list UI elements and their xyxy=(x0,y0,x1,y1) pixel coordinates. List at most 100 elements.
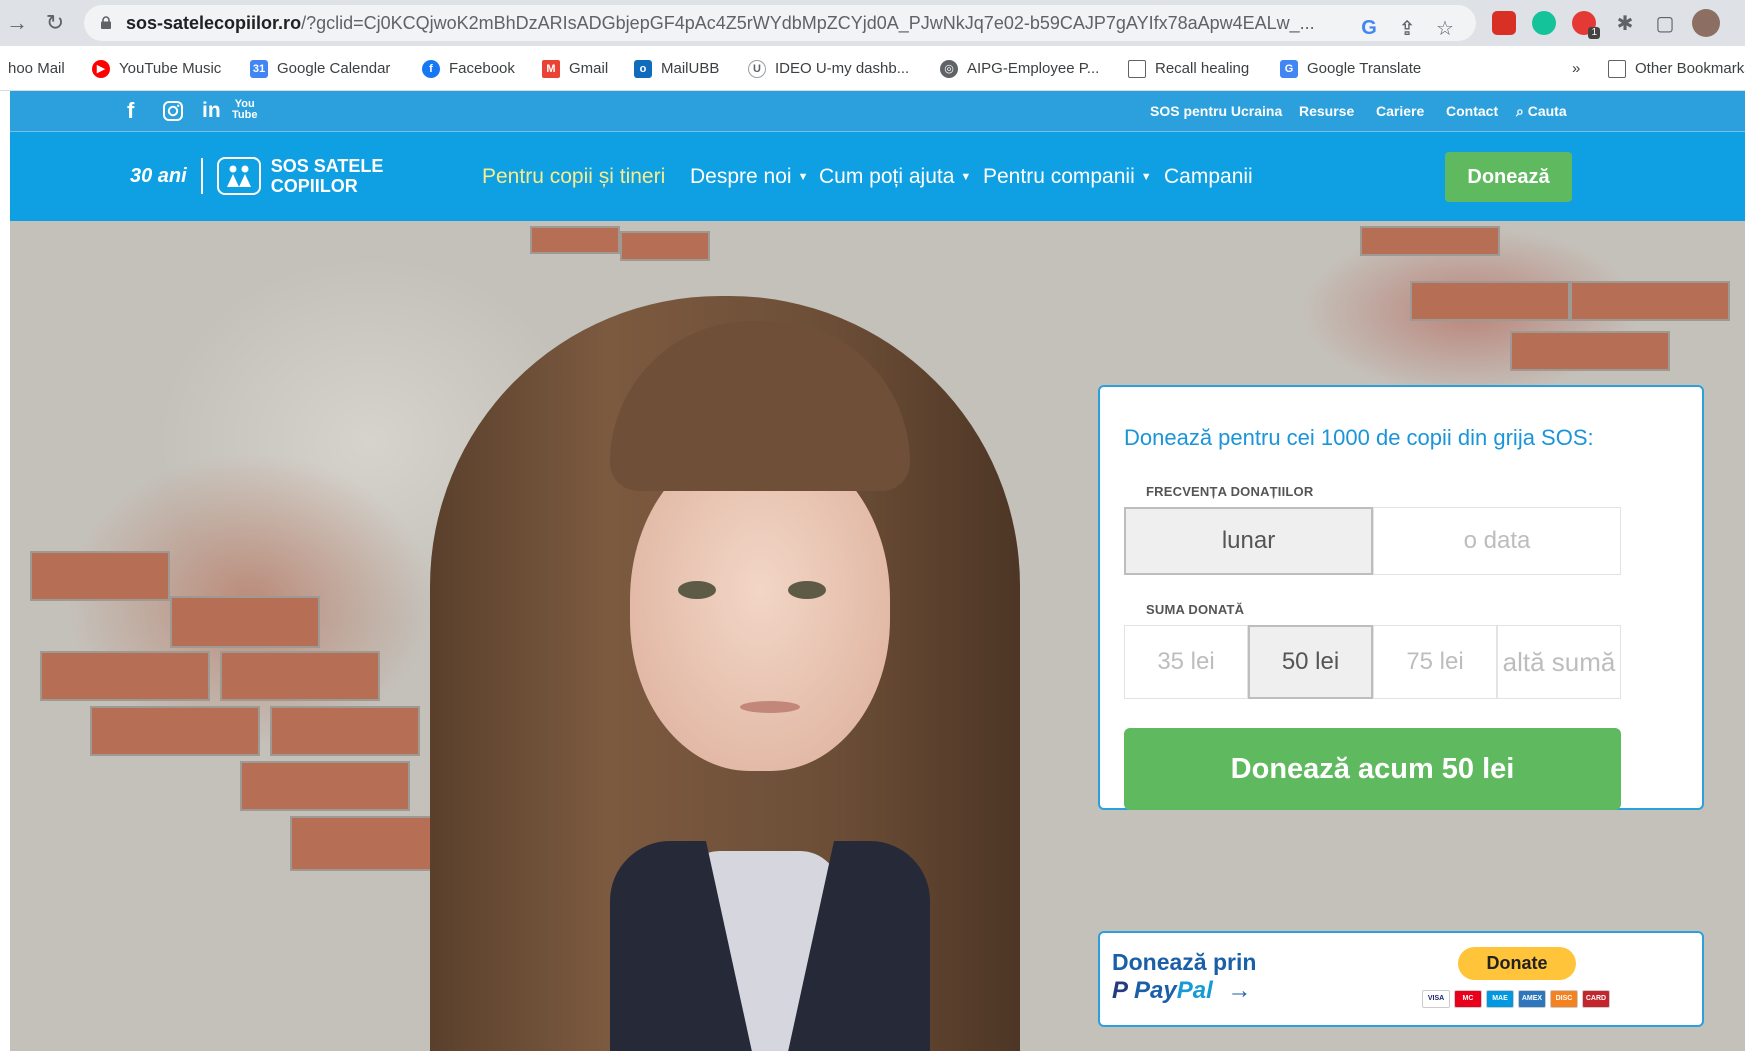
paypal-logo-pal: Pal xyxy=(1176,977,1213,1004)
nav-campanii[interactable]: Campanii xyxy=(1164,132,1253,221)
facebook-icon[interactable]: f xyxy=(127,99,134,123)
bookmarks-bar: hoo Mail ▶ YouTube Music 31 Google Calenda… xyxy=(0,46,1745,91)
bookmark-label: hoo Mail xyxy=(8,60,65,77)
bookmark-star-icon[interactable]: ☆ xyxy=(1432,15,1458,41)
nav-cum-poti-ajuta[interactable]: Cum poți ajuta ▼ xyxy=(819,132,971,221)
paypal-donate-button[interactable]: Donate xyxy=(1458,947,1576,980)
amount-75-option[interactable]: 75 lei xyxy=(1373,625,1497,699)
girl-mouth xyxy=(740,701,800,713)
instagram-icon[interactable] xyxy=(162,100,184,122)
share-icon[interactable]: ⇪ xyxy=(1394,15,1420,41)
brick xyxy=(270,706,420,756)
brick xyxy=(1360,226,1500,256)
nav-label: Pentru copii și tineri xyxy=(482,165,666,188)
frequency-once-option[interactable]: o data xyxy=(1373,507,1621,575)
reload-icon[interactable]: ↻ xyxy=(40,8,70,38)
amount-label: SUMA DONATĂ xyxy=(1146,602,1245,617)
paypal-donation-box: Donează prin P PayPal → Donate VISA MC MA… xyxy=(1098,931,1704,1027)
paypal-logo-pay: Pay xyxy=(1134,977,1177,1004)
youtube-music-icon: ▶ xyxy=(92,59,110,78)
caret-down-icon: ▼ xyxy=(1140,170,1152,183)
bookmark-label: Gmail xyxy=(569,60,609,77)
side-panel-icon[interactable]: ▢ xyxy=(1652,10,1678,36)
paypal-logo[interactable]: P PayPal → xyxy=(1112,977,1251,1005)
brick xyxy=(1510,331,1670,371)
google-translate-icon: G xyxy=(1280,59,1298,78)
profile-avatar[interactable] xyxy=(1692,9,1720,37)
folder-icon xyxy=(1608,59,1626,78)
link-resurse[interactable]: Resurse xyxy=(1299,91,1354,132)
discover-icon: DISC xyxy=(1550,990,1578,1008)
frequency-monthly-option[interactable]: lunar xyxy=(1124,507,1373,575)
amount-35-option[interactable]: 35 lei xyxy=(1124,625,1248,699)
url-text: sos-satelecopiilor.ro/?gclid=Cj0KCQjwoK2… xyxy=(126,13,1315,33)
bookmark-google-calendar[interactable]: 31 Google Calendar xyxy=(250,46,390,91)
globe-icon: ◎ xyxy=(940,59,958,78)
bookmark-facebook[interactable]: f Facebook xyxy=(422,46,515,91)
google-calendar-icon: 31 xyxy=(250,59,268,78)
site-logo[interactable]: 30 ani SOS SATELE COPIILOR xyxy=(130,152,383,200)
bookmark-mailubb[interactable]: o MailUBB xyxy=(634,46,719,91)
link-sos-ucraina[interactable]: SOS pentru Ucraina xyxy=(1150,91,1282,132)
brick xyxy=(1410,281,1570,321)
brick xyxy=(1570,281,1730,321)
site-top-bar: f in You Tube SOS pentru Ucraina Resurse … xyxy=(10,91,1745,132)
nav-label: Despre noi xyxy=(690,165,792,188)
brick xyxy=(290,816,450,871)
ideo-icon: U xyxy=(748,59,766,78)
donation-form: Donează pentru cei 1000 de copii din gri… xyxy=(1098,385,1704,810)
amount-other-option[interactable]: altă sumă xyxy=(1497,625,1621,699)
brick xyxy=(220,651,380,701)
nav-despre-noi[interactable]: Despre noi ▼ xyxy=(690,132,808,221)
extensions-puzzle-icon[interactable]: ✱ xyxy=(1612,10,1638,36)
youtube-icon[interactable]: You Tube xyxy=(232,99,257,123)
grammarly-extension-icon[interactable] xyxy=(1532,11,1556,35)
brick xyxy=(530,226,620,254)
nav-label: Cum poți ajuta xyxy=(819,165,955,188)
google-lens-icon[interactable]: G xyxy=(1356,15,1382,41)
brick xyxy=(30,551,170,601)
bookmark-label: IDEO U-my dashb... xyxy=(775,60,910,77)
browser-toolbar: → ↻ sos-satelecopiilor.ro/?gclid=Cj0KCQj… xyxy=(0,0,1745,46)
address-bar[interactable]: sos-satelecopiilor.ro/?gclid=Cj0KCQjwoK2… xyxy=(84,5,1476,41)
facebook-icon: f xyxy=(422,59,440,78)
bookmark-aipg[interactable]: ◎ AIPG-Employee P... xyxy=(940,46,1099,91)
donate-now-button[interactable]: Donează acum 50 lei xyxy=(1124,728,1621,810)
bookmark-ideo[interactable]: U IDEO U-my dashb... xyxy=(748,46,909,91)
maestro-icon: MAE xyxy=(1486,990,1514,1008)
bookmark-label: YouTube Music xyxy=(119,60,222,77)
adobe-pdf-extension-icon[interactable] xyxy=(1492,11,1516,35)
nav-label: Campanii xyxy=(1164,165,1253,188)
caret-down-icon: ▼ xyxy=(797,170,809,183)
bookmark-google-translate[interactable]: G Google Translate xyxy=(1280,46,1421,91)
bookmark-gmail[interactable]: M Gmail xyxy=(542,46,608,91)
payment-cards: VISA MC MAE AMEX DISC CARD xyxy=(1422,990,1610,1008)
nav-label: Pentru companii xyxy=(983,165,1135,188)
paypal-title: Donează prin xyxy=(1112,949,1257,975)
link-contact[interactable]: Contact xyxy=(1446,91,1498,132)
bookmark-recall-healing[interactable]: Recall healing xyxy=(1128,46,1249,91)
nav-pentru-companii[interactable]: Pentru companii ▼ xyxy=(983,132,1152,221)
bookmark-label: MailUBB xyxy=(661,60,720,77)
amount-50-option[interactable]: 50 lei xyxy=(1248,625,1373,699)
search-link[interactable]: ⌕ Cauta xyxy=(1516,91,1567,132)
bookmark-youtube-music[interactable]: ▶ YouTube Music xyxy=(92,46,221,91)
lock-icon xyxy=(101,16,111,29)
sos-children-logo-icon xyxy=(216,157,261,195)
donate-nav-button[interactable]: Donează xyxy=(1445,152,1572,202)
bookmark-yahoo-mail[interactable]: hoo Mail xyxy=(8,46,65,91)
bookmark-label: AIPG-Employee P... xyxy=(967,60,1100,77)
link-cariere[interactable]: Cariere xyxy=(1376,91,1424,132)
extension-badge-icon[interactable]: 1 xyxy=(1572,11,1600,39)
arrow-right-icon: → xyxy=(1227,977,1252,1004)
girl-eye xyxy=(788,581,826,599)
other-bookmarks-folder[interactable]: Other Bookmarks xyxy=(1608,46,1745,91)
nav-pentru-copii[interactable]: Pentru copii și tineri xyxy=(482,132,665,221)
logo-name: SOS SATELE COPIILOR xyxy=(271,156,384,196)
forward-arrow-icon[interactable]: → xyxy=(2,8,32,38)
more-bookmarks-button[interactable]: » xyxy=(1572,46,1580,91)
other-bookmarks-label: Other Bookmarks xyxy=(1635,60,1745,77)
brick xyxy=(620,231,710,261)
linkedin-icon[interactable]: in xyxy=(202,99,221,123)
paypal-p-icon: P xyxy=(1112,977,1129,1004)
